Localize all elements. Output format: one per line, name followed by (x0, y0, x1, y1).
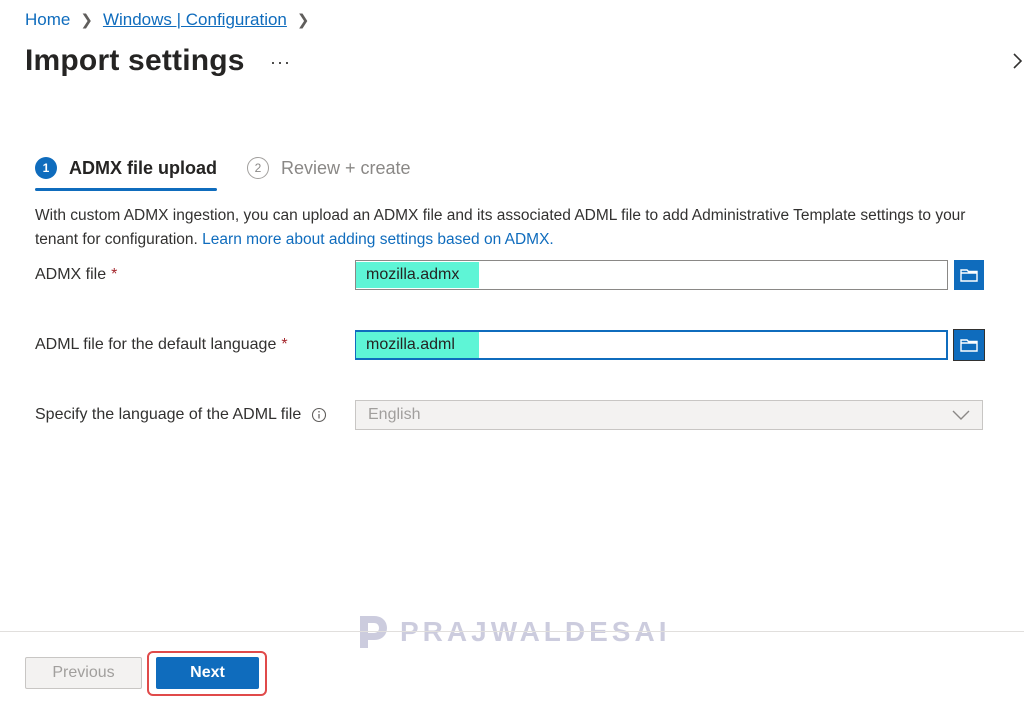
previous-button[interactable]: Previous (25, 657, 142, 689)
adml-file-value: mozilla.adml (356, 332, 479, 358)
watermark-text: PRAJWALDESAI (400, 616, 671, 647)
breadcrumb: Home ❯ Windows | Configuration ❯ (25, 10, 319, 30)
info-icon[interactable] (311, 407, 327, 423)
watermark: PRAJWALDESAI (356, 612, 670, 652)
more-options-button[interactable]: ··· (270, 52, 291, 73)
adml-file-row: ADML file for the default language * moz… (35, 329, 985, 361)
breadcrumb-parent-link[interactable]: Windows | Configuration (103, 10, 287, 30)
tab-label: ADMX file upload (69, 157, 217, 178)
breadcrumb-home-link[interactable]: Home (25, 10, 70, 30)
admx-browse-button[interactable] (954, 260, 984, 290)
folder-icon (960, 269, 978, 282)
language-row: Specify the language of the ADML file En… (35, 400, 985, 430)
watermark-logo-icon (360, 616, 387, 648)
breadcrumb-separator-icon: ❯ (80, 12, 93, 29)
tab-review-create[interactable]: 2 Review + create (247, 150, 411, 186)
admx-file-row: ADMX file * mozilla.admx (35, 260, 985, 290)
required-marker: * (281, 336, 288, 353)
step-number: 2 (247, 157, 269, 179)
page-title: Import settings (25, 44, 245, 77)
language-value: English (368, 406, 421, 423)
step-number: 1 (35, 157, 57, 179)
admx-file-label: ADMX file * (35, 266, 118, 283)
next-button[interactable]: Next (156, 657, 259, 689)
folder-icon (960, 339, 978, 352)
language-select[interactable]: English (355, 400, 983, 430)
chevron-right-icon[interactable] (1012, 52, 1024, 75)
footer-divider (0, 631, 1024, 632)
adml-file-field[interactable]: mozilla.adml (355, 330, 948, 360)
required-marker: * (111, 266, 118, 283)
admx-file-field[interactable]: mozilla.admx (355, 260, 948, 290)
description: With custom ADMX ingestion, you can uplo… (35, 204, 995, 252)
learn-more-link[interactable]: Learn more about adding settings based o… (202, 231, 554, 248)
wizard-steps: 1 ADMX file upload 2 Review + create (35, 150, 441, 191)
admx-file-value: mozilla.admx (356, 262, 479, 288)
tab-label: Review + create (281, 157, 411, 178)
language-label: Specify the language of the ADML file (35, 406, 355, 424)
adml-file-label: ADML file for the default language * (35, 336, 288, 353)
breadcrumb-separator-icon: ❯ (296, 12, 310, 29)
chevron-down-icon (952, 410, 970, 420)
tab-admx-file-upload[interactable]: 1 ADMX file upload (35, 150, 217, 191)
adml-browse-button[interactable] (953, 329, 985, 361)
